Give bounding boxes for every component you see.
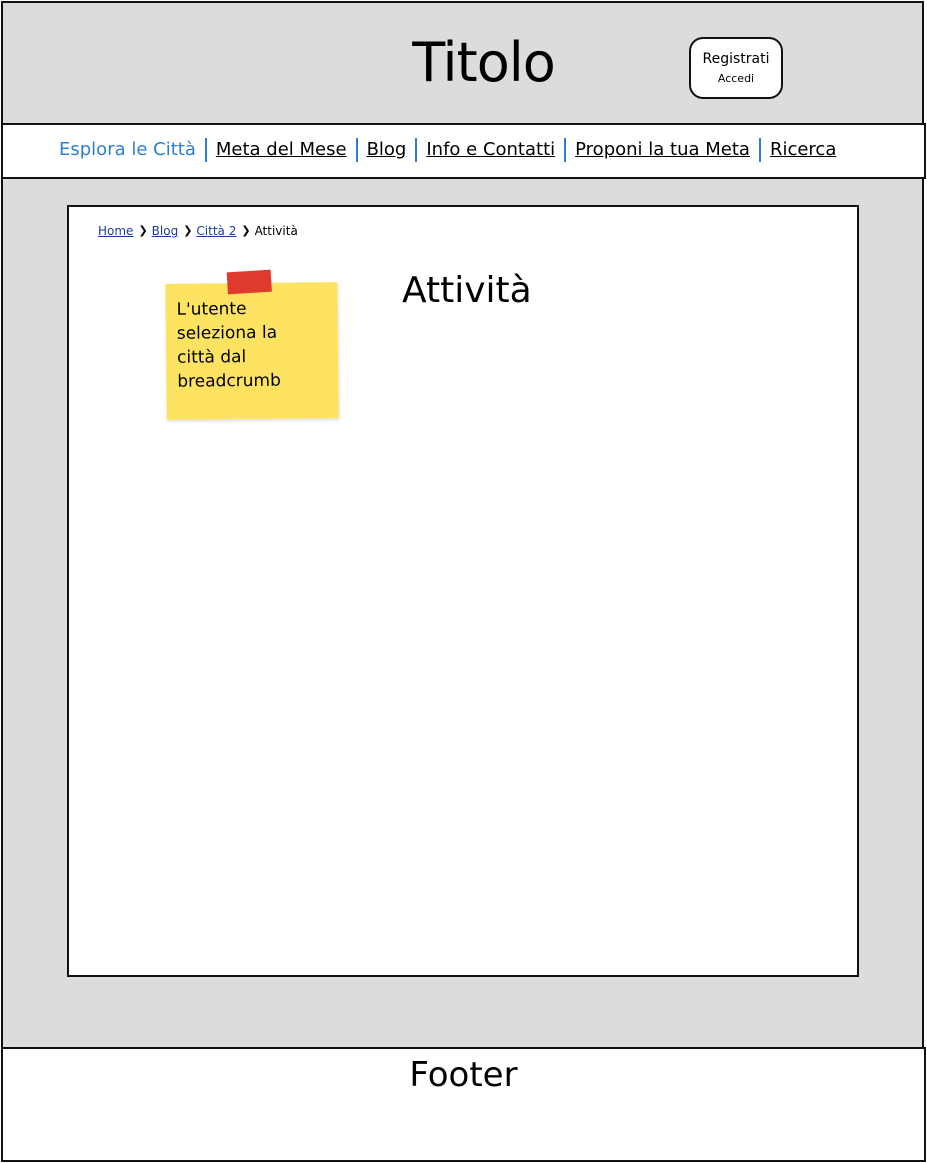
nav-item-esplora-le-citta[interactable]: Esplora le Città: [57, 137, 198, 163]
chevron-right-icon: ❯: [138, 224, 148, 237]
footer: Footer: [1, 1047, 926, 1162]
nav-bar: Esplora le Città Meta del Mese Blog Info…: [1, 123, 926, 179]
login-button[interactable]: Accedi: [691, 72, 781, 86]
footer-text: Footer: [409, 1055, 518, 1095]
chevron-right-icon: ❯: [241, 224, 251, 237]
register-button[interactable]: Registrati: [691, 50, 781, 68]
nav-item-proponi-la-tua-meta[interactable]: Proponi la tua Meta: [573, 137, 752, 163]
auth-box: Registrati Accedi: [689, 37, 783, 99]
site-title: Titolo: [412, 31, 556, 94]
sticky-note: L'utente seleziona la città dal breadcru…: [165, 269, 339, 420]
page-title: Attività: [402, 270, 532, 311]
nav-item-ricerca[interactable]: Ricerca: [768, 137, 838, 163]
nav-item-blog[interactable]: Blog: [365, 137, 409, 163]
nav-list: Esplora le Città Meta del Mese Blog Info…: [57, 137, 838, 163]
nav-item-info-e-contatti[interactable]: Info e Contatti: [424, 137, 557, 163]
header: Titolo Registrati Accedi: [1, 1, 924, 123]
sticky-note-text: L'utente seleziona la città dal breadcru…: [176, 299, 281, 392]
breadcrumb: Home ❯ Blog ❯ Città 2 ❯ Attività: [98, 223, 298, 239]
content-card: Home ❯ Blog ❯ Città 2 ❯ Attività Attivit…: [67, 205, 859, 977]
breadcrumb-citta-2[interactable]: Città 2: [196, 223, 236, 239]
nav-separator: [355, 138, 358, 162]
tape-icon: [226, 269, 272, 295]
nav-item-meta-del-mese[interactable]: Meta del Mese: [214, 137, 349, 163]
nav-separator: [564, 138, 567, 162]
nav-separator: [758, 138, 761, 162]
breadcrumb-blog[interactable]: Blog: [152, 223, 179, 239]
nav-separator: [415, 138, 418, 162]
nav-separator: [204, 138, 207, 162]
breadcrumb-current: Attività: [254, 224, 298, 238]
chevron-right-icon: ❯: [183, 224, 193, 237]
breadcrumb-home[interactable]: Home: [98, 223, 133, 239]
